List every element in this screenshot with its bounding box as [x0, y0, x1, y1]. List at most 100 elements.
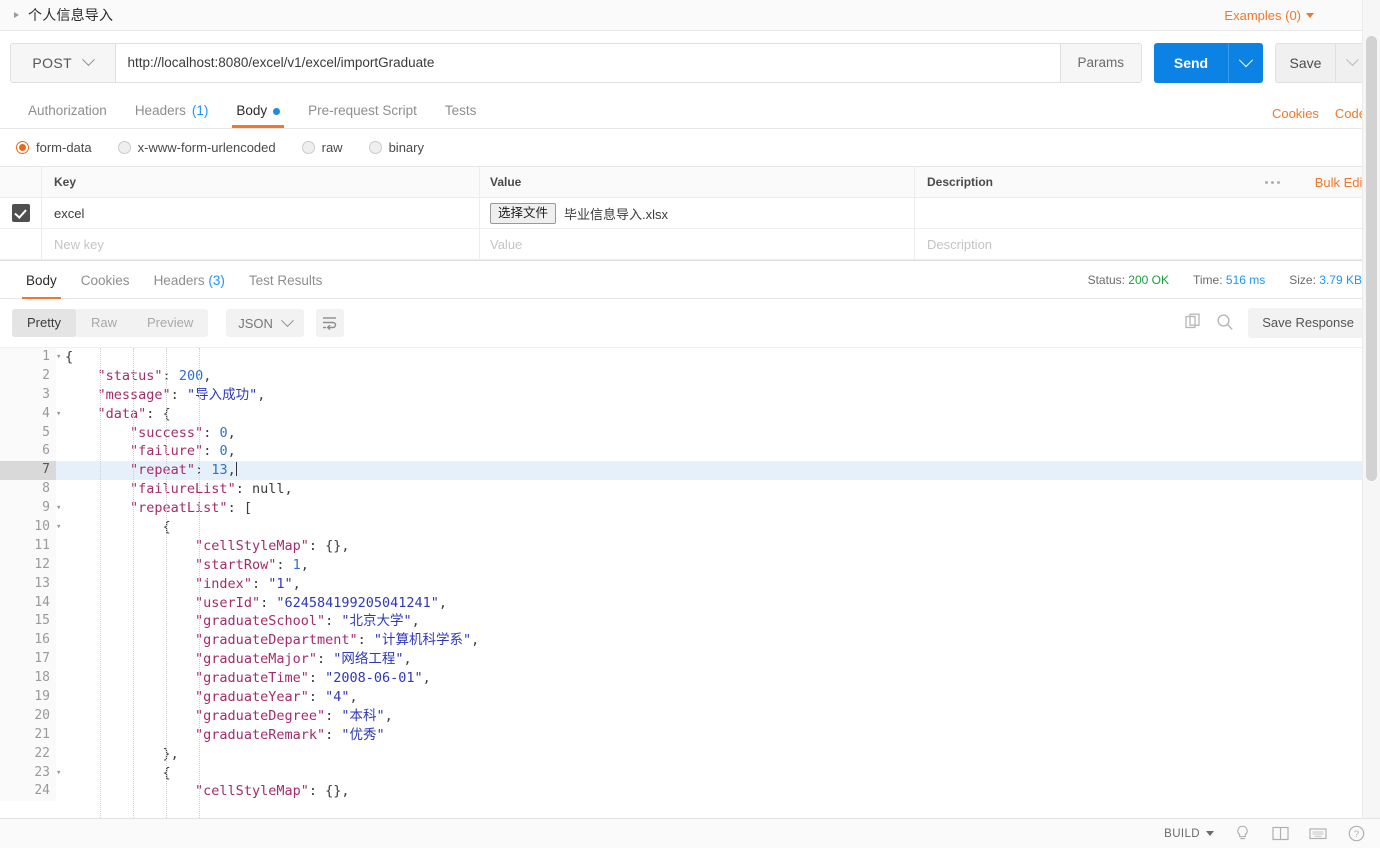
response-tab-test-results[interactable]: Test Results	[237, 261, 335, 299]
code-line[interactable]: 21 "graduateRemark": "优秀"	[0, 725, 1380, 745]
code-token: "导入成功"	[186, 386, 258, 403]
tab-label: Cookies	[80, 272, 130, 288]
line-number: 22	[0, 744, 56, 764]
search-icon	[1217, 313, 1233, 330]
cookies-link[interactable]: Cookies	[1272, 106, 1319, 121]
code-token: "cellStyleMap"	[195, 783, 309, 800]
response-body-editor[interactable]: 1 ▾{2 "status": 200, 3 "message": "导入成功", 4…	[0, 347, 1380, 818]
help-button[interactable]: ?	[1346, 824, 1366, 844]
code-line[interactable]: 20 "graduateDegree": "本科",	[0, 706, 1380, 726]
new-value-input[interactable]: Value	[480, 229, 915, 259]
collapse-arrow-icon[interactable]	[14, 12, 19, 18]
code-line[interactable]: 6 "failure": 0,	[0, 442, 1380, 462]
code-token: },	[162, 745, 179, 762]
build-menu-button[interactable]: BUILD	[1164, 828, 1214, 840]
send-options-button[interactable]	[1228, 42, 1263, 83]
code-line[interactable]: 2 "status": 200,	[0, 366, 1380, 386]
fold-toggle-icon[interactable]: ▾	[56, 518, 66, 537]
code-line[interactable]: 14 "userId": "624584199205041241",	[0, 593, 1380, 613]
bulk-edit-button[interactable]: Bulk Edit	[1315, 175, 1366, 190]
row-description-cell[interactable]	[915, 198, 1380, 228]
fold-toggle-icon[interactable]: ▾	[56, 764, 66, 783]
table-new-row: New key Value Description	[0, 229, 1380, 260]
code-line[interactable]: 3 "message": "导入成功",	[0, 385, 1380, 405]
view-mode-pretty[interactable]: Pretty	[12, 309, 76, 337]
tips-button[interactable]	[1232, 824, 1252, 844]
code-line[interactable]: 18 "graduateTime": "2008-06-01",	[0, 669, 1380, 689]
params-button[interactable]: Params	[1060, 42, 1142, 83]
response-tab-body[interactable]: Body	[14, 261, 69, 300]
line-number: 19	[0, 688, 56, 707]
send-button[interactable]: Send	[1154, 42, 1228, 83]
tab-pre-request-script[interactable]: Pre-request Script	[294, 94, 431, 128]
body-type-binary[interactable]: binary	[368, 140, 424, 155]
choose-file-button[interactable]: 选择文件	[490, 202, 557, 224]
http-method-selector[interactable]: POST	[10, 42, 116, 83]
code-line[interactable]: 4 ▾ "data": {	[0, 404, 1380, 424]
fold-toggle-icon[interactable]: ▾	[56, 499, 66, 518]
row-key-cell[interactable]: excel	[42, 198, 480, 228]
view-mode-raw[interactable]: Raw	[76, 309, 132, 337]
table-row: excel 选择文件 毕业信息导入.xlsx	[0, 198, 1380, 229]
tab-headers[interactable]: Headers (1)	[121, 94, 223, 128]
code-line[interactable]: 19 "graduateYear": "4",	[0, 688, 1380, 707]
code-line[interactable]: 1 ▾{	[0, 348, 1380, 367]
body-type-form-data[interactable]: form-data	[16, 140, 92, 155]
json-code-view[interactable]: 1 ▾{2 "status": 200, 3 "message": "导入成功", 4…	[0, 348, 1380, 818]
save-button[interactable]: Save	[1275, 42, 1335, 83]
response-format-selector[interactable]: JSON	[226, 309, 304, 337]
url-input[interactable]: http://localhost:8080/excel/v1/excel/imp…	[115, 42, 1061, 83]
save-response-button[interactable]: Save Response	[1248, 308, 1368, 338]
code-line[interactable]: 7 "repeat": 13,	[0, 461, 1380, 481]
response-right-tools: Save Response	[1185, 308, 1368, 338]
code-text: "graduateDegree": "本科",	[56, 707, 393, 726]
code-text: "failureList": null,	[56, 480, 293, 499]
code-line[interactable]: 8 "failureList": null,	[0, 480, 1380, 500]
new-key-input[interactable]: New key	[42, 229, 480, 259]
code-line[interactable]: 24 "cellStyleMap": {},	[0, 782, 1380, 802]
code-token: ,	[227, 424, 236, 441]
code-line[interactable]: 11 "cellStyleMap": {},	[0, 536, 1380, 556]
radio-label: binary	[388, 140, 424, 155]
form-data-table: Key Value Description Bulk Edit excel 选择…	[0, 166, 1380, 260]
code-line[interactable]: 22 },	[0, 744, 1380, 764]
code-token: "message"	[97, 386, 171, 403]
copy-button[interactable]	[1185, 313, 1202, 333]
code-line[interactable]: 16 "graduateDepartment": "计算机科学系",	[0, 631, 1380, 651]
code-line[interactable]: 9 ▾ "repeatList": [	[0, 499, 1380, 519]
row-enabled-checkbox[interactable]	[11, 204, 30, 222]
code-line[interactable]: 12 "startRow": 1,	[0, 555, 1380, 575]
code-line[interactable]: 15 "graduateSchool": "北京大学",	[0, 612, 1380, 632]
tab-body[interactable]: Body	[222, 94, 294, 128]
view-mode-preview[interactable]: Preview	[132, 309, 208, 337]
code-token: ,	[203, 367, 212, 384]
tab-tests[interactable]: Tests	[431, 94, 491, 128]
word-wrap-button[interactable]	[315, 309, 344, 337]
new-description-input[interactable]: Description	[915, 229, 1380, 259]
code-line[interactable]: 23 ▾ {	[0, 763, 1380, 783]
code-line[interactable]: 10 ▾ {	[0, 518, 1380, 537]
line-number: 13	[0, 574, 56, 594]
code-token: "repeatList"	[130, 500, 228, 517]
tab-authorization[interactable]: Authorization	[14, 94, 121, 128]
column-header-description: Description	[927, 175, 994, 189]
response-tab-cookies[interactable]: Cookies	[69, 261, 142, 299]
fold-toggle-icon[interactable]: ▾	[56, 405, 66, 424]
code-line[interactable]: 13 "index": "1",	[0, 574, 1380, 594]
line-number: 15	[0, 612, 56, 632]
code-line[interactable]: 5 "success": 0,	[0, 423, 1380, 443]
code-line[interactable]: 17 "graduateMajor": "网络工程",	[0, 650, 1380, 670]
examples-dropdown[interactable]: Examples (0)	[1224, 8, 1314, 23]
body-type-urlencoded[interactable]: x-www-form-urlencoded	[117, 140, 276, 155]
more-options-icon[interactable]	[1265, 180, 1280, 184]
keyboard-shortcuts-button[interactable]	[1308, 824, 1328, 844]
search-button[interactable]	[1216, 313, 1234, 334]
code-token: 200	[178, 367, 204, 384]
size-item: Size: 3.79 KB	[1289, 273, 1362, 287]
fold-toggle-icon[interactable]: ▾	[56, 348, 66, 367]
toggle-sidebar-button[interactable]	[1270, 824, 1290, 844]
response-tab-headers[interactable]: Headers (3)	[142, 261, 237, 299]
page-vertical-scrollbar[interactable]	[1366, 36, 1377, 481]
body-type-raw[interactable]: raw	[301, 140, 343, 155]
code-token: ,	[422, 670, 431, 687]
